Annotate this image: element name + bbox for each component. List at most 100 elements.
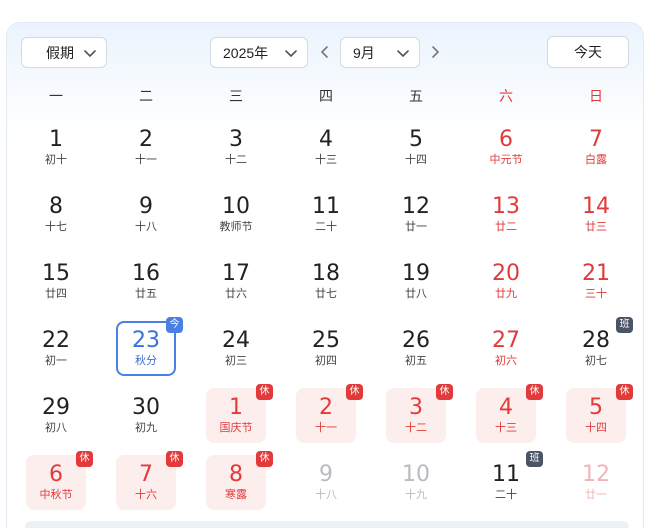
day-cell[interactable]: 2 十一 — [116, 120, 176, 175]
lunar-label: 三十 — [585, 288, 607, 300]
day-cell[interactable]: 8 寒露 休 — [206, 451, 273, 510]
day-cell[interactable]: 10 教师节 — [206, 187, 266, 242]
day-cell[interactable]: 8 十七 — [26, 187, 86, 242]
day-cell[interactable]: 17 廿六 — [206, 254, 266, 309]
day-cell[interactable]: 6 中秋节 休 — [26, 451, 93, 510]
calendar-cell: 22 初一 — [11, 320, 101, 387]
day-cell[interactable]: 25 初四 — [296, 321, 356, 376]
month-select-label: 9月 — [353, 44, 375, 61]
day-cell[interactable]: 16 廿五 — [116, 254, 176, 309]
calendar-cell: 7 十六 休 — [101, 451, 191, 521]
day-cell[interactable]: 5 十四 休 — [566, 384, 633, 443]
lunar-label: 初八 — [45, 422, 67, 434]
day-cell[interactable]: 22 初一 — [26, 321, 86, 376]
day-cell[interactable]: 3 十二 — [206, 120, 266, 175]
day-cell[interactable]: 29 初八 — [26, 388, 86, 443]
lunar-label: 初七 — [585, 355, 607, 367]
day-cell-today[interactable]: 23 秋分 今 — [116, 317, 183, 376]
year-select[interactable]: 2025年 — [210, 37, 308, 68]
weekday-label: 五 — [409, 88, 423, 104]
day-number: 18 — [312, 261, 340, 286]
day-number: 5 — [589, 395, 603, 420]
day-number: 9 — [319, 462, 333, 487]
lunar-label: 廿八 — [405, 288, 427, 300]
day-cell[interactable]: 10 十九 — [386, 455, 446, 510]
day-cell[interactable]: 30 初九 — [116, 388, 176, 443]
today-button[interactable]: 今天 — [547, 36, 629, 68]
calendar-cell: 3 十二 休 — [371, 384, 461, 454]
calendar-grid: 1 初十 2 十一 3 十二 4 十三 5 十四 6 中元节 7 白露 8 十七 9 十八 10 教师节 11 二十 12 廿… — [11, 119, 641, 521]
day-cell[interactable]: 20 廿九 — [476, 254, 536, 309]
lunar-label: 廿五 — [135, 288, 157, 300]
lunar-label: 廿七 — [315, 288, 337, 300]
day-cell[interactable]: 14 廿三 — [566, 187, 626, 242]
today-badge: 今 — [166, 317, 183, 333]
day-number: 8 — [49, 194, 63, 219]
calendar-cell: 12 廿一 — [551, 454, 641, 521]
day-number: 11 — [492, 462, 520, 487]
rest-day-badge: 休 — [346, 384, 363, 400]
lunar-label: 初六 — [495, 355, 517, 367]
day-cell[interactable]: 9 十八 — [296, 455, 356, 510]
day-cell[interactable]: 4 十三 — [296, 120, 356, 175]
day-number: 28 — [582, 328, 610, 353]
lunar-label: 初九 — [135, 422, 157, 434]
chevron-left-icon[interactable] — [315, 42, 335, 62]
day-number: 13 — [492, 194, 520, 219]
day-cell[interactable]: 1 国庆节 休 — [206, 384, 273, 443]
day-number: 27 — [492, 328, 520, 353]
day-cell[interactable]: 7 白露 — [566, 120, 626, 175]
lunar-label: 廿一 — [585, 489, 607, 501]
day-cell[interactable]: 1 初十 — [26, 120, 86, 175]
day-cell[interactable]: 18 廿七 — [296, 254, 356, 309]
calendar-cell: 27 初六 — [461, 320, 551, 387]
day-cell[interactable]: 28 初七 班 — [566, 317, 633, 376]
day-cell[interactable]: 4 十三 休 — [476, 384, 543, 443]
day-cell[interactable]: 9 十八 — [116, 187, 176, 242]
lunar-label: 十六 — [135, 489, 157, 501]
lunar-label: 十二 — [225, 154, 247, 166]
weekday-label: 日 — [589, 88, 603, 104]
day-cell[interactable]: 26 初五 — [386, 321, 446, 376]
day-number: 10 — [222, 194, 250, 219]
day-cell[interactable]: 3 十二 休 — [386, 384, 453, 443]
lunar-label: 中元节 — [489, 154, 523, 166]
lunar-label: 廿三 — [585, 221, 607, 233]
calendar-week-row: 8 十七 9 十八 10 教师节 11 二十 12 廿一 13 廿二 14 廿三 — [11, 186, 641, 253]
day-cell[interactable]: 2 十一 休 — [296, 384, 363, 443]
calendar-cell: 10 教师节 — [191, 186, 281, 253]
day-cell[interactable]: 12 廿一 — [566, 455, 626, 510]
rest-day-badge: 休 — [166, 451, 183, 467]
day-cell[interactable]: 15 廿四 — [26, 254, 86, 309]
lunar-label: 十三 — [495, 422, 517, 434]
rest-day-badge: 休 — [526, 384, 543, 400]
day-cell[interactable]: 12 廿一 — [386, 187, 446, 242]
day-cell[interactable]: 13 廿二 — [476, 187, 536, 242]
calendar-cell: 2 十一 — [101, 119, 191, 186]
day-cell[interactable]: 5 十四 — [386, 120, 446, 175]
calendar-cell: 23 秋分 今 — [101, 317, 191, 387]
chevron-right-icon[interactable] — [425, 42, 445, 62]
lunar-label: 白露 — [585, 154, 607, 166]
day-cell[interactable]: 7 十六 休 — [116, 451, 183, 510]
chevron-down-icon — [84, 49, 96, 57]
day-cell[interactable]: 11 二十 — [296, 187, 356, 242]
day-cell[interactable]: 19 廿八 — [386, 254, 446, 309]
weekday-label: 三 — [229, 88, 243, 104]
day-cell[interactable]: 11 二十 班 — [476, 451, 543, 510]
lunar-label: 十八 — [135, 221, 157, 233]
day-number: 12 — [402, 194, 430, 219]
day-cell[interactable]: 21 三十 — [566, 254, 626, 309]
holiday-select[interactable]: 假期 — [21, 37, 107, 68]
calendar-cell: 8 十七 — [11, 186, 101, 253]
day-number: 21 — [582, 261, 610, 286]
day-cell[interactable]: 27 初六 — [476, 321, 536, 376]
day-cell[interactable]: 24 初三 — [206, 321, 266, 376]
month-select[interactable]: 9月 — [340, 37, 420, 68]
weekday-label: 四 — [319, 88, 333, 104]
day-cell[interactable]: 6 中元节 — [476, 120, 536, 175]
lunar-label: 国庆节 — [219, 422, 253, 434]
calendar-cell: 16 廿五 — [101, 253, 191, 320]
lunar-label: 廿九 — [495, 288, 517, 300]
day-number: 24 — [222, 328, 250, 353]
